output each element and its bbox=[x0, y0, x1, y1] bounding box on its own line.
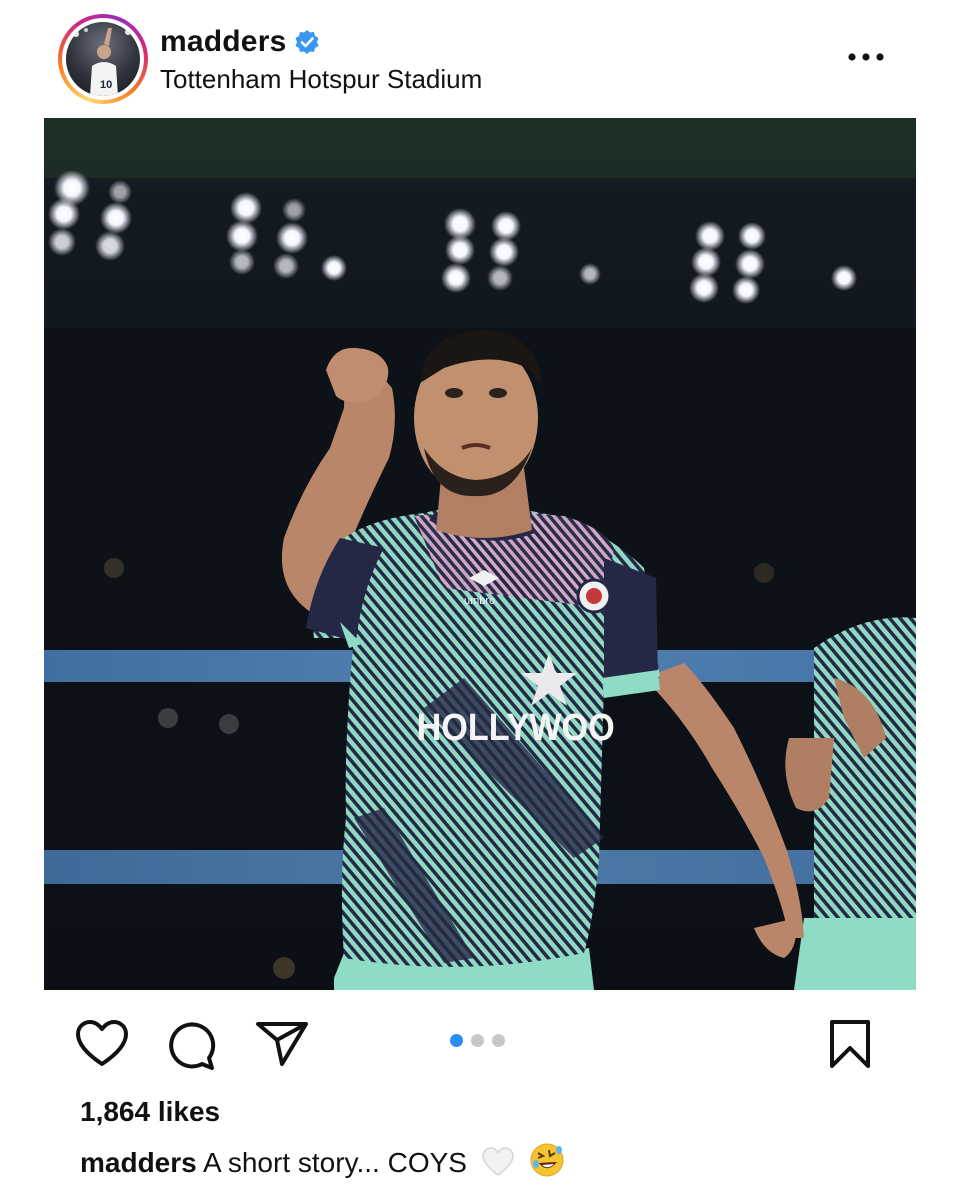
jersey-brand-text: umbro bbox=[464, 595, 495, 607]
carousel-dot-2[interactable] bbox=[471, 1034, 484, 1047]
carousel-dot-3[interactable] bbox=[492, 1034, 505, 1047]
post-photo[interactable]: umbro HOLLYWOO bbox=[44, 118, 916, 990]
carousel-indicator bbox=[450, 1034, 505, 1047]
paper-plane-icon bbox=[256, 1022, 308, 1066]
likes-count[interactable]: 1,864 likes bbox=[80, 1096, 220, 1128]
caption-text: A short story... COYS bbox=[202, 1147, 467, 1178]
ellipsis-icon bbox=[848, 53, 884, 61]
location-link[interactable]: Tottenham Hotspur Stadium bbox=[160, 64, 482, 95]
avatar-image: 10 bbox=[73, 28, 131, 96]
action-bar bbox=[0, 1000, 959, 1090]
more-options-button[interactable] bbox=[836, 40, 896, 74]
share-button[interactable] bbox=[254, 1018, 310, 1068]
post-header: 10 madders Tottenham Hotspur Stadium bbox=[0, 0, 959, 118]
caption: madders A short story... COYS bbox=[80, 1142, 565, 1185]
save-button[interactable] bbox=[824, 1018, 876, 1070]
bookmark-outline-icon bbox=[830, 1020, 870, 1068]
svg-text:10: 10 bbox=[100, 79, 112, 91]
stadium-celebration-image: umbro HOLLYWOO bbox=[44, 118, 916, 990]
caption-username[interactable]: madders bbox=[80, 1147, 197, 1178]
username[interactable]: madders bbox=[160, 25, 286, 59]
white-heart-icon bbox=[481, 1146, 515, 1185]
verified-badge-icon bbox=[294, 29, 320, 55]
username-row: madders bbox=[160, 22, 320, 62]
avatar[interactable]: 10 bbox=[66, 22, 140, 96]
jersey-sponsor-text: HOLLYWOO bbox=[417, 705, 615, 748]
carousel-dot-1[interactable] bbox=[450, 1034, 463, 1047]
comment-bubble-icon bbox=[169, 1022, 216, 1070]
heart-outline-icon bbox=[76, 1020, 128, 1066]
story-ring[interactable]: 10 bbox=[58, 14, 148, 104]
like-button[interactable] bbox=[74, 1018, 130, 1070]
rolling-laughing-face-icon bbox=[529, 1142, 565, 1185]
comment-button[interactable] bbox=[162, 1018, 218, 1072]
